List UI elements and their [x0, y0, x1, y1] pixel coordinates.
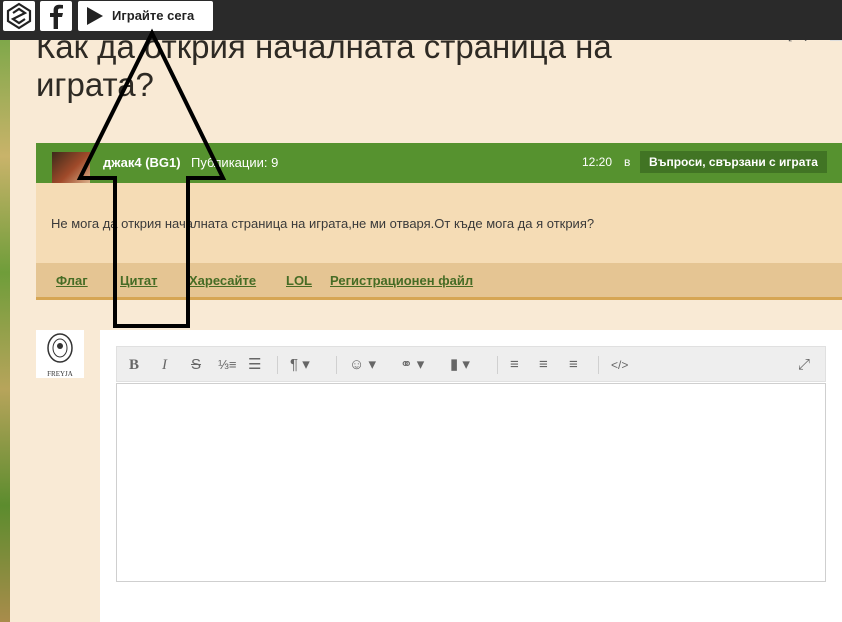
annotation-arrow — [76, 28, 227, 328]
